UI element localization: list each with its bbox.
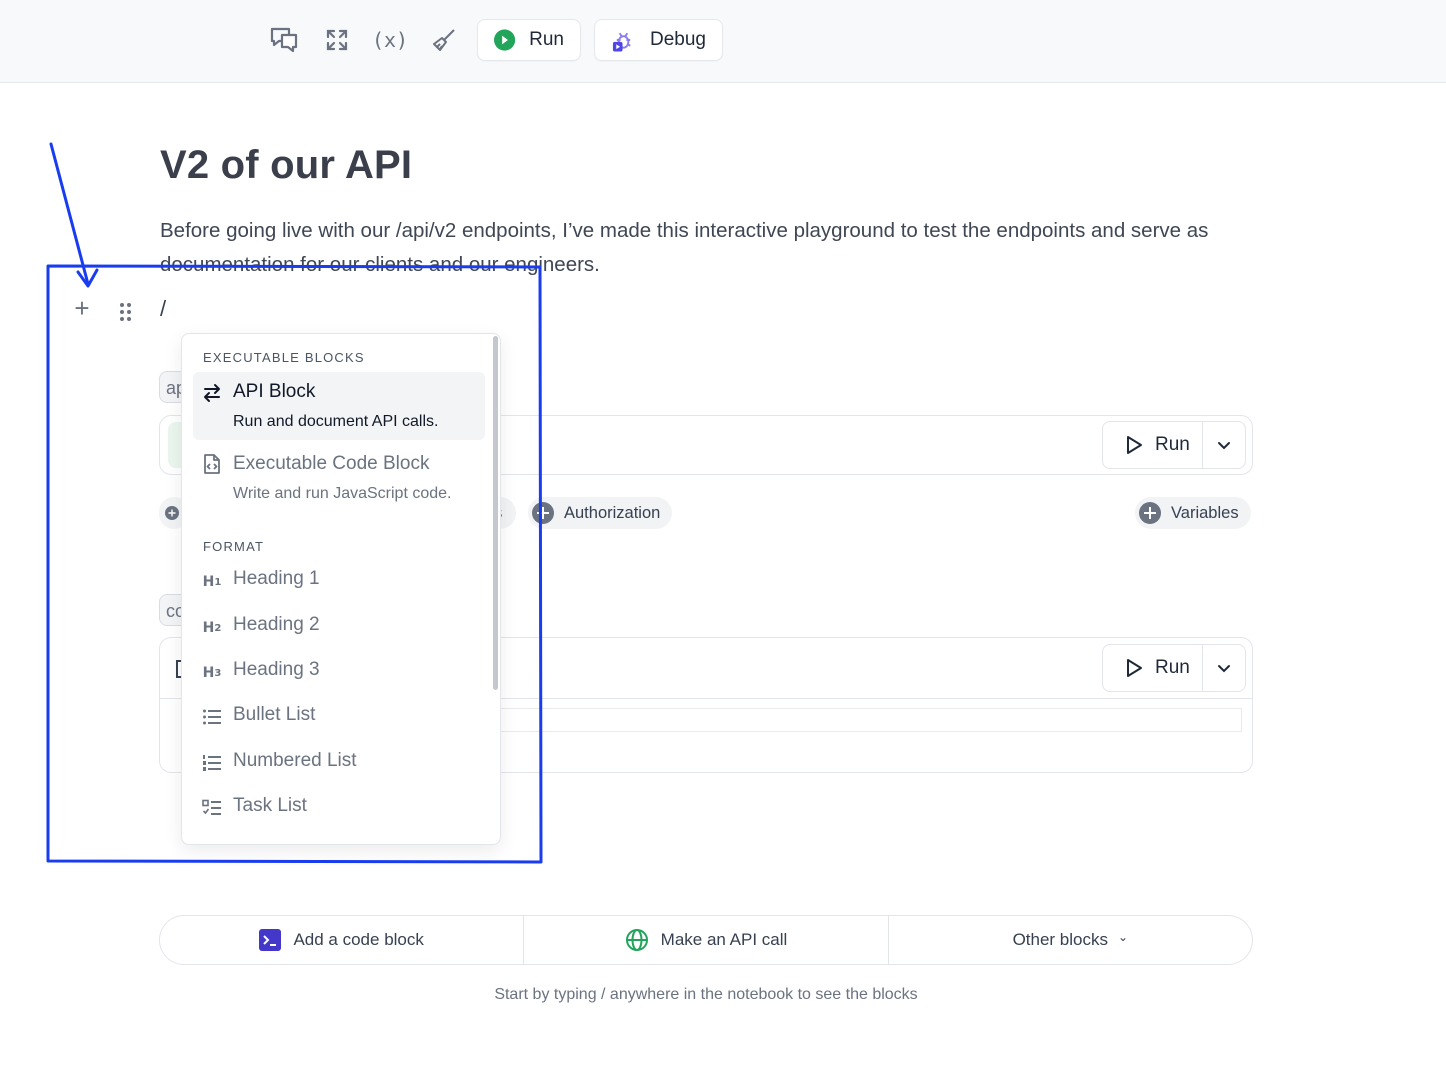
menu-scrollbar[interactable] [493,336,498,690]
code-run-split-button[interactable]: Run [1102,644,1246,692]
brush-icon[interactable] [426,22,462,58]
code-run-button[interactable]: Run [1103,645,1203,691]
make-api-call-button[interactable]: Make an API call [524,916,889,964]
page-title: V2 of our API [160,143,413,187]
menu-section-executable: EXECUTABLE BLOCKS [203,350,365,365]
add-block-bar: Add a code block Make an API call Other … [159,915,1253,965]
drag-handle-icon[interactable] [116,296,136,324]
add-block-icon[interactable]: + [68,294,96,324]
chevron-down-icon[interactable] [1203,422,1245,468]
menu-item-code-block[interactable]: Executable Code Block Write and run Java… [193,444,485,512]
slash-command-menu: EXECUTABLE BLOCKS API Block Run and docu… [181,333,501,845]
chevron-down-icon: ⌄ [1118,930,1129,944]
api-run-split-button[interactable]: Run [1102,421,1246,469]
slash-command-input[interactable]: / [160,296,166,322]
menu-item-heading-1[interactable]: H1 Heading 1 [193,560,485,600]
variables-icon[interactable]: (x) [372,22,408,58]
globe-icon [625,929,648,951]
play-circle-icon [494,29,516,51]
numbered-list-icon [201,752,223,774]
bullet-list-icon [201,706,223,728]
menu-section-format: FORMAT [203,539,265,554]
menu-item-heading-2[interactable]: H2 Heading 2 [193,606,485,646]
authorization-chip[interactable]: Authorization [528,497,673,529]
run-button[interactable]: Run [477,19,581,61]
slash-command-row: + / [60,292,260,328]
heading2-icon: H2 [202,620,222,636]
other-blocks-dropdown[interactable]: Other blocks ⌄ [889,916,1252,964]
api-run-button[interactable]: Run [1103,422,1203,468]
menu-item-api-block[interactable]: API Block Run and document API calls. [193,372,485,440]
top-toolbar: (x) Run Debug [0,0,1446,83]
code-file-icon [201,453,223,475]
heading3-icon: H3 [202,665,222,681]
swap-arrows-icon [201,382,223,404]
menu-item-task-list[interactable]: Task List [193,787,485,827]
plus-circle-icon [165,506,179,520]
menu-item-heading-3[interactable]: H3 Heading 3 [193,651,485,691]
intro-paragraph: Before going live with our /api/v2 endpo… [160,219,1209,276]
debug-button[interactable]: Debug [594,19,723,61]
fullscreen-icon[interactable] [319,22,355,58]
task-list-icon [201,797,223,819]
plus-circle-icon [1139,502,1161,524]
comment-icon[interactable] [266,22,302,58]
menu-item-numbered-list[interactable]: Numbered List [193,742,485,782]
chevron-down-icon[interactable] [1203,645,1245,691]
hint-text: Start by typing / anywhere in the notebo… [494,986,918,1003]
play-icon [1127,436,1142,454]
plus-circle-icon [532,502,554,524]
add-code-block-button[interactable]: Add a code block [160,916,525,964]
code-editor-area[interactable] [500,708,1242,732]
bug-icon [612,32,631,52]
variables-chip[interactable]: Variables [1135,497,1251,529]
terminal-icon [259,929,282,951]
menu-item-bullet-list[interactable]: Bullet List [193,696,485,736]
play-icon [1127,659,1142,677]
heading1-icon: H1 [202,574,222,590]
